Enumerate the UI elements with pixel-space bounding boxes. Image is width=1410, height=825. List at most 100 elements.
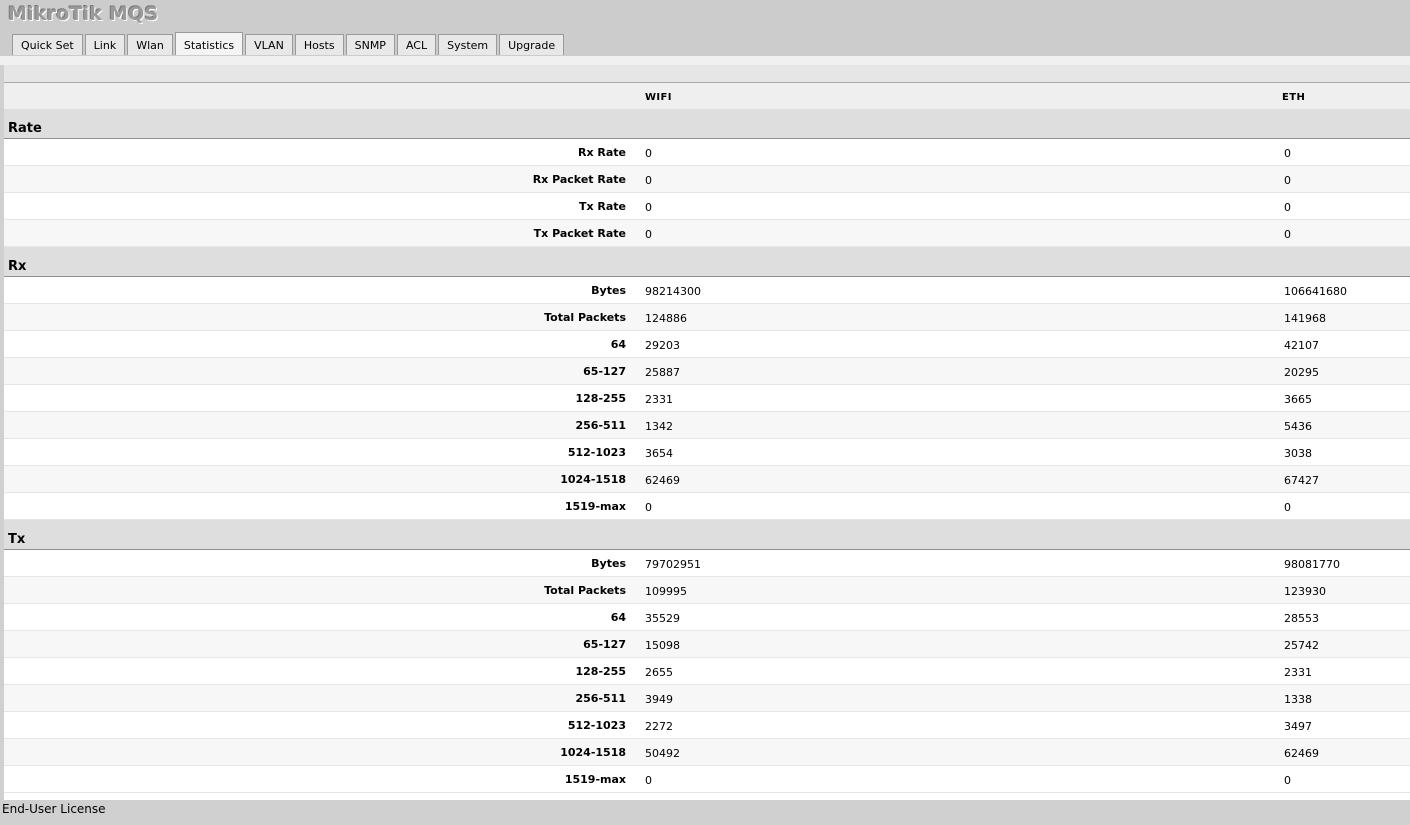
row-label: 512-1023 — [567, 446, 626, 459]
eth-value: 2331 — [1284, 666, 1312, 679]
eth-value: 0 — [1284, 228, 1291, 241]
row-label: 1024-1518 — [560, 746, 626, 759]
eth-value: 25742 — [1284, 639, 1319, 652]
section-rate: Rate — [4, 109, 1410, 139]
app-title: MikroTik MQS — [8, 3, 159, 25]
table-row: 1519-max 0 0 — [4, 766, 1410, 793]
wifi-value: 1342 — [645, 420, 673, 433]
eth-value: 1338 — [1284, 693, 1312, 706]
table-top-spacer — [4, 65, 1410, 82]
eth-value: 20295 — [1284, 366, 1319, 379]
tab-quick-set[interactable]: Quick Set — [12, 34, 83, 55]
wifi-value: 3949 — [645, 693, 673, 706]
tab-acl[interactable]: ACL — [396, 34, 437, 55]
row-label: Bytes — [591, 284, 626, 297]
row-label: Rx Rate — [577, 146, 626, 159]
table-row: Tx Rate 0 0 — [4, 193, 1410, 220]
wifi-value: 109995 — [645, 585, 687, 598]
tab-system[interactable]: System — [438, 34, 498, 55]
row-label: 1024-1518 — [560, 473, 626, 486]
section-title: Rx — [8, 259, 27, 274]
eth-value: 0 — [1284, 201, 1291, 214]
column-header-row: WIFI ETH — [4, 82, 1410, 109]
eth-value: 3665 — [1284, 393, 1312, 406]
eth-value: 5436 — [1284, 420, 1312, 433]
table-row: 256-511 3949 1338 — [4, 685, 1410, 712]
eth-value: 0 — [1284, 147, 1291, 160]
eth-value: 106641680 — [1284, 285, 1347, 298]
section-tx: Tx — [4, 520, 1410, 550]
row-label: 256-511 — [575, 419, 627, 432]
tab-wlan[interactable]: Wlan — [127, 34, 173, 55]
wifi-value: 2272 — [645, 720, 673, 733]
table-row: 1024-1518 50492 62469 — [4, 739, 1410, 766]
table-row: 512-1023 3654 3038 — [4, 439, 1410, 466]
table-row: 128-255 2655 2331 — [4, 658, 1410, 685]
eth-value: 3038 — [1284, 447, 1312, 460]
eth-value: 67427 — [1284, 474, 1319, 487]
tab-link[interactable]: Link — [84, 34, 126, 55]
statistics-panel: WIFI ETH Rate Rx Rate 0 0 Rx Packet Rate 0 0… — [4, 65, 1410, 800]
row-label: 128-255 — [575, 392, 627, 405]
table-row: 65-127 25887 20295 — [4, 358, 1410, 385]
table-row: 1519-max 0 0 — [4, 493, 1410, 520]
row-label: 64 — [610, 338, 626, 351]
column-header-wifi: WIFI — [645, 92, 672, 103]
wifi-value: 0 — [645, 774, 652, 787]
wifi-value: 0 — [645, 174, 652, 187]
table-row: 256-511 1342 5436 — [4, 412, 1410, 439]
table-row: 64 29203 42107 — [4, 331, 1410, 358]
table-row: Tx Packet Rate 0 0 — [4, 220, 1410, 247]
tab-vlan[interactable]: VLAN — [245, 34, 293, 55]
section-title: Rate — [8, 121, 42, 136]
row-label: Total Packets — [544, 311, 626, 324]
table-row: 64 35529 28553 — [4, 604, 1410, 631]
row-label: 65-127 — [583, 365, 626, 378]
wifi-value: 124886 — [645, 312, 687, 325]
row-label: Tx Rate — [578, 200, 626, 213]
eth-value: 0 — [1284, 774, 1291, 787]
row-label: 128-255 — [575, 665, 627, 678]
row-label: Bytes — [591, 557, 626, 570]
row-label: Tx Packet Rate — [533, 227, 626, 240]
wifi-value: 98214300 — [645, 285, 701, 298]
wifi-value: 3654 — [645, 447, 673, 460]
wifi-value: 35529 — [645, 612, 680, 625]
tab-statistics[interactable]: Statistics — [174, 32, 244, 55]
wifi-value: 0 — [645, 201, 652, 214]
eth-value: 0 — [1284, 174, 1291, 187]
section-rx: Rx — [4, 247, 1410, 277]
end-user-license-link[interactable]: End-User License — [2, 802, 106, 816]
eth-value: 98081770 — [1284, 558, 1340, 571]
table-row: Bytes 98214300 106641680 — [4, 277, 1410, 304]
tab-bar: Quick Set Link Wlan Statistics VLAN Host… — [12, 32, 565, 55]
eth-value: 3497 — [1284, 720, 1312, 733]
eth-value: 42107 — [1284, 339, 1319, 352]
tab-snmp[interactable]: SNMP — [345, 34, 395, 55]
eth-value: 62469 — [1284, 747, 1319, 760]
table-row: Total Packets 109995 123930 — [4, 577, 1410, 604]
table-row: 65-127 15098 25742 — [4, 631, 1410, 658]
eth-value: 28553 — [1284, 612, 1319, 625]
table-row: 512-1023 2272 3497 — [4, 712, 1410, 739]
eth-value: 123930 — [1284, 585, 1326, 598]
row-label: Rx Packet Rate — [532, 173, 626, 186]
table-row: 128-255 2331 3665 — [4, 385, 1410, 412]
row-label: Total Packets — [544, 584, 626, 597]
tab-upgrade[interactable]: Upgrade — [499, 34, 565, 55]
section-title: Tx — [8, 532, 26, 547]
tab-hosts[interactable]: Hosts — [294, 34, 344, 55]
table-row: 1024-1518 62469 67427 — [4, 466, 1410, 493]
wifi-value: 62469 — [645, 474, 680, 487]
row-label: 256-511 — [575, 692, 627, 705]
row-label: 64 — [610, 611, 626, 624]
wifi-value: 15098 — [645, 639, 680, 652]
wifi-value: 2655 — [645, 666, 673, 679]
wifi-value: 50492 — [645, 747, 680, 760]
row-label: 1519-max — [564, 500, 626, 513]
wifi-value: 0 — [645, 147, 652, 160]
table-row: Total Packets 124886 141968 — [4, 304, 1410, 331]
eth-value: 141968 — [1284, 312, 1326, 325]
eth-value: 0 — [1284, 501, 1291, 514]
table-row: Rx Rate 0 0 — [4, 139, 1410, 166]
